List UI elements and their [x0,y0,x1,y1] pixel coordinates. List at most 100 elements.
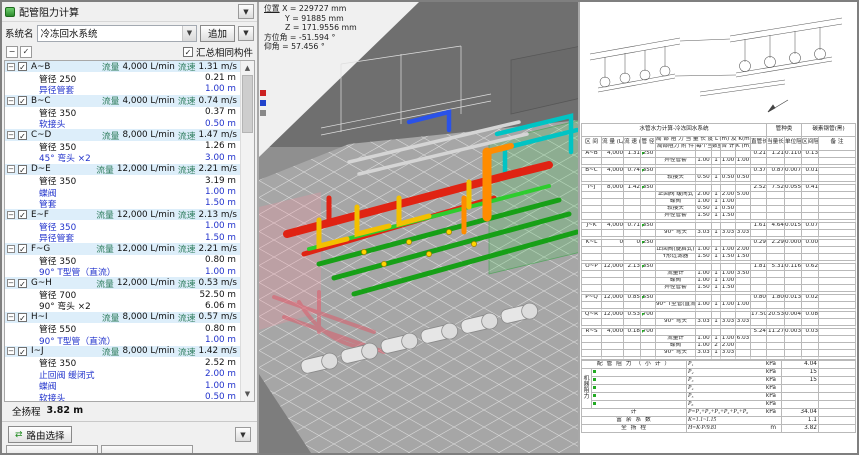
calc-row: K~L002500.292.290.0000.00 [582,239,856,246]
section-id: D~E [31,164,51,174]
detail-value: 1.00 m [205,221,236,231]
collapse-icon[interactable]: − [7,245,15,253]
viewport-mini-toolbar[interactable] [259,90,267,116]
sum-total-label: 计 [582,408,687,416]
system-name-value: 冷冻回水系统 [41,26,98,40]
section-detail-row[interactable]: 软接头0.50 m [5,391,240,401]
section-list: −✓A~B流量4,000 L/min流速1.31 m/s管径 2500.21 m… [5,61,240,401]
combo-dropdown-icon[interactable]: ▼ [182,26,196,41]
machine-resistance-row: 机器阻力P₂kPa15 [582,368,856,376]
scroll-up-icon[interactable]: ▲ [241,61,254,75]
section-list-container: −✓A~B流量4,000 L/min流速1.31 m/s管径 2500.21 m… [4,60,255,402]
system-name-select[interactable]: 冷冻回水系统 ▼ [37,25,197,42]
detail-value: 1.00 m [205,381,236,391]
machine-row-formula: P₄kPa [687,384,782,392]
report-title: 水管水力计算-冷冻回水系统 [582,124,767,137]
flow-value: 8,000 L/min [122,346,174,356]
route-menu-button[interactable]: ▼ [235,427,251,442]
velocity-value: 0.53 m/s [199,278,238,288]
flow-value: 4,000 L/min [122,96,174,106]
detail-name: 90° 弯头 ×2 [39,299,91,312]
col-qty: 数量 [712,143,721,150]
cell-marker-icon [593,386,596,389]
report-panel: 水管水力计算-冷冻回水系统 管种类 碳素钢管(黑) 区 间 流 量 (L/min… [578,2,857,453]
3d-scene [259,2,578,453]
detail-value: 2.52 m [205,358,236,368]
detail-value: 52.50 m [199,290,236,300]
section-checkbox[interactable]: ✓ [18,210,27,219]
section-id: E~F [31,210,49,220]
summarize-checkbox[interactable]: ✓ [183,47,193,57]
collapse-icon[interactable]: − [7,347,15,355]
machine-resistance-row: P₆kPa [582,400,856,408]
3d-viewport[interactable]: 位置 X = 229727 mm Y = 91885 mm Z = 171.95… [259,2,578,453]
section-checkbox[interactable]: ✓ [18,244,27,253]
flow-value: 12,000 L/min [117,210,175,220]
section-checkbox[interactable]: ✓ [18,96,27,105]
section-checkbox[interactable]: ✓ [18,347,27,356]
axis-icon[interactable] [260,90,266,96]
machine-resistance-row: P₄kPa [582,384,856,392]
section-checkbox[interactable]: ✓ [18,279,27,288]
list-scrollbar[interactable]: ▲ ▼ [240,61,254,401]
detail-value: 1.50 m [205,198,236,208]
partial-button[interactable] [101,445,193,453]
total-head-formula: H=K·P/9.81m [687,424,782,432]
col-fitting: 局部阻力 附 件 [656,143,696,150]
section-id: F~G [31,244,50,254]
scroll-down-icon[interactable]: ▼ [241,387,254,401]
col-subtotal: 合 计 [721,143,736,150]
piping-subtotal-formula: P₁kPa [687,360,782,368]
panel-menu-button[interactable]: ▼ [238,4,254,19]
velocity-value: 0.74 m/s [199,96,238,106]
velocity-value: 2.21 m/s [199,244,238,254]
coord-azimuth: 方位角 = -51.594 ° [264,33,357,43]
collapse-icon[interactable]: − [7,165,15,173]
flow-value: 8,000 L/min [122,312,174,322]
machine-row-label [592,384,687,392]
add-system-menu-button[interactable]: ▼ [238,26,254,41]
collapse-icon[interactable]: − [7,63,15,71]
detail-name: 管套 [39,197,57,210]
divider [2,421,257,422]
fitting-row: 流量计1.0011.006.03 [582,335,856,342]
machine-resistance-row: P₃kPa15 [582,376,856,384]
add-system-button[interactable]: 追加 [200,25,235,42]
detail-value: 3.19 m [205,176,236,186]
total-head-row-label: 全 扬 程 [582,424,687,432]
section-checkbox[interactable]: ✓ [18,313,27,322]
collapse-all-button[interactable]: − [6,46,18,58]
detail-value: 3.00 m [205,153,236,163]
machine-row-formula: P₅kPa [687,392,782,400]
collapse-icon[interactable]: − [7,279,15,287]
collapse-icon[interactable]: − [7,313,15,321]
partial-button[interactable] [6,445,98,453]
check-all-button[interactable]: ✓ [20,46,32,58]
velocity-value: 1.42 m/s [199,346,238,356]
section-checkbox[interactable]: ✓ [18,62,27,71]
route-select-button[interactable]: ⇄ 路由选择 [8,426,72,443]
sum-total-formula: P=P₁+P₂+P₃+P₄+P₅+P₆kPa [687,408,782,416]
collapse-icon[interactable]: − [7,131,15,139]
scroll-track[interactable] [241,75,254,387]
detail-value: 0.21 m [205,73,236,83]
position-label: 位置 [264,4,280,13]
summarize-label: 汇总相同构件 [196,45,253,59]
fitting-row: 90° 弯头3.0313.03 [582,349,856,356]
machine-row-label [592,392,687,400]
grip-icon[interactable] [260,110,266,116]
view-icon[interactable] [260,100,266,106]
total-head-value: 3.82 m [47,405,84,416]
collapse-icon[interactable]: − [7,211,15,219]
detail-value: 2.00 m [205,369,236,379]
detail-value: 1.00 m [205,335,236,345]
machine-row-label [592,368,687,376]
collapse-icon[interactable]: − [7,97,15,105]
fitting-row: 蝶阀1.0022.00 [582,342,856,349]
section-checkbox[interactable]: ✓ [18,165,27,174]
section-checkbox[interactable]: ✓ [18,131,27,140]
pipe-calc-icon [5,7,15,17]
scroll-thumb[interactable] [242,75,253,133]
fitting-row: 止回阀(旋启式)1.0011.002.00 [582,246,856,253]
section-id: B~C [31,96,51,106]
